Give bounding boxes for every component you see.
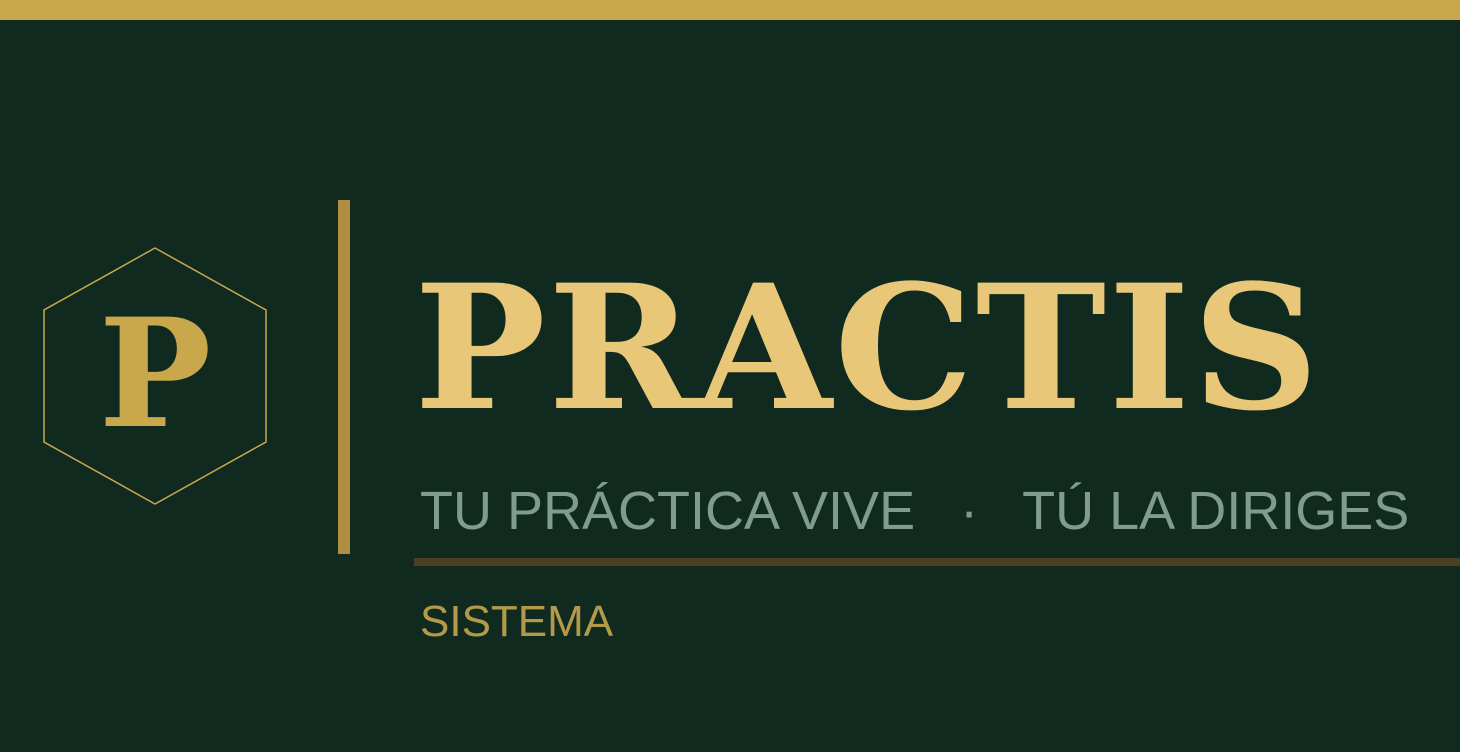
tagline-separator: · — [960, 481, 979, 541]
tagline-part-1: TU PRÁCTICA VIVE — [420, 481, 916, 541]
horizontal-divider — [414, 558, 1460, 566]
brand-name: PRACTIS — [414, 246, 1322, 449]
vertical-divider — [338, 200, 350, 554]
top-accent-bar — [0, 0, 1460, 20]
logo-monogram: P — [98, 286, 212, 462]
hexagon-logo-icon: P — [40, 244, 270, 508]
tagline-part-2: TÚ LA DIRIGES — [1022, 481, 1410, 541]
tagline: TU PRÁCTICA VIVE · TÚ LA DIRIGES — [420, 484, 1409, 538]
section-label: SISTEMA — [420, 597, 614, 646]
splash-screen: P PRACTIS TU PRÁCTICA VIVE · TÚ LA DIRIG… — [0, 0, 1460, 752]
